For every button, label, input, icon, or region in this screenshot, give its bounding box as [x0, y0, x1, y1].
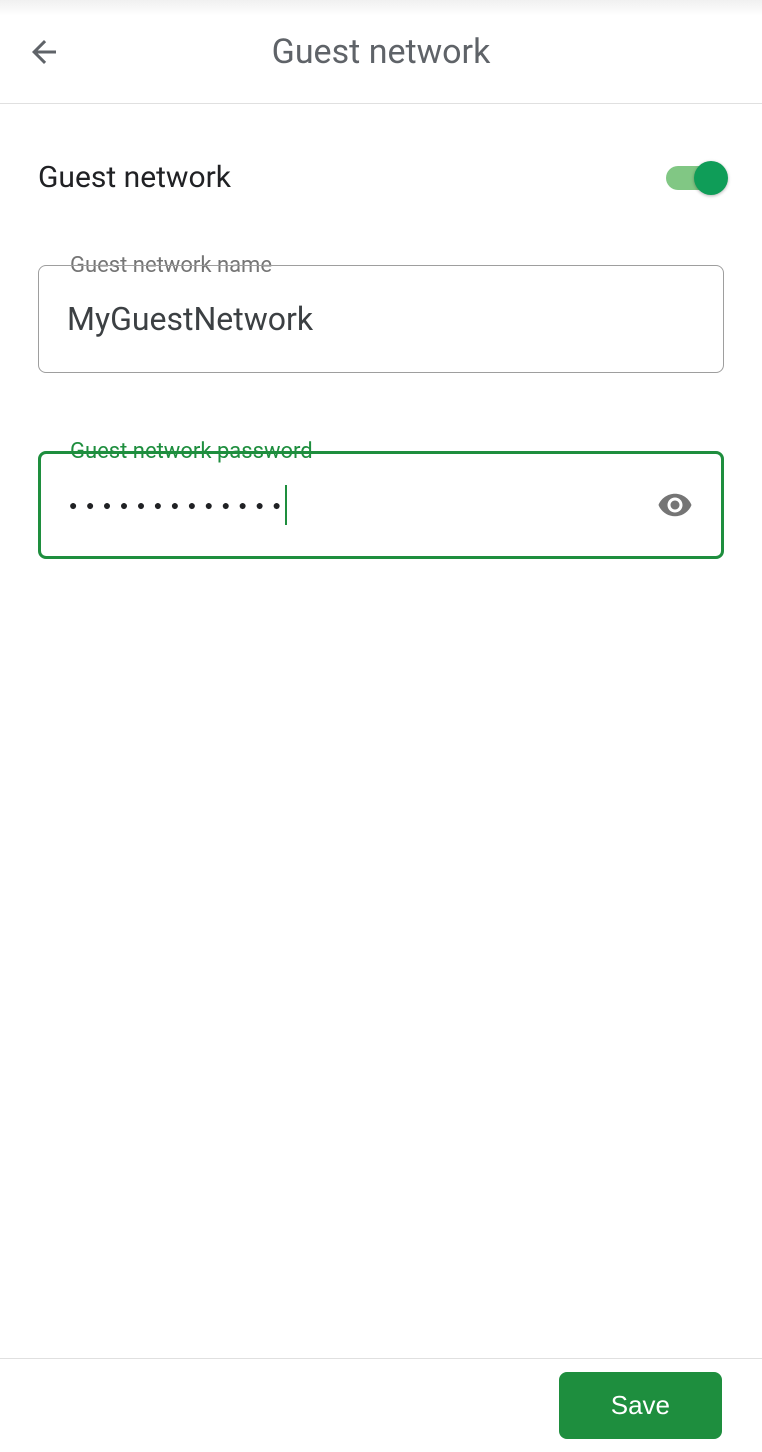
- password-field-wrap: Guest network password ●●●●●●●●●●●●●: [38, 451, 724, 559]
- password-masked-value: ●●●●●●●●●●●●●: [69, 497, 289, 514]
- network-name-field-box[interactable]: [38, 265, 724, 373]
- network-name-input[interactable]: [67, 300, 695, 338]
- content-area: Guest network Guest network name Guest n…: [0, 160, 762, 559]
- text-cursor: [285, 485, 287, 525]
- page-title: Guest network: [0, 32, 762, 72]
- app-header: Guest network: [0, 0, 762, 104]
- guest-network-toggle-row: Guest network: [38, 160, 724, 195]
- back-button[interactable]: [20, 28, 68, 76]
- show-password-button[interactable]: [653, 483, 697, 527]
- password-input[interactable]: ●●●●●●●●●●●●●: [69, 485, 287, 525]
- eye-icon: [657, 487, 693, 523]
- toggle-thumb: [694, 161, 728, 195]
- password-field-box[interactable]: ●●●●●●●●●●●●●: [38, 451, 724, 559]
- network-name-field-wrap: Guest network name: [38, 265, 724, 373]
- toggle-label: Guest network: [38, 160, 231, 195]
- guest-network-toggle[interactable]: [666, 164, 724, 192]
- back-arrow-icon: [26, 34, 62, 70]
- save-button[interactable]: Save: [559, 1372, 722, 1439]
- footer-bar: Save: [0, 1358, 762, 1452]
